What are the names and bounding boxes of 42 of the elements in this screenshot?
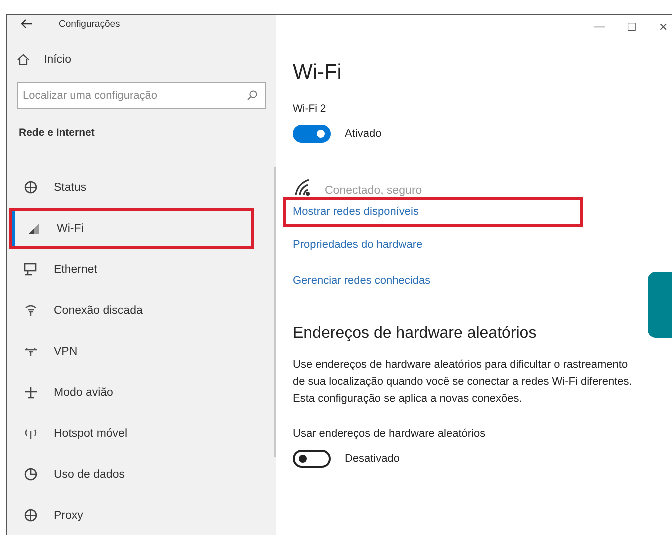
back-arrow-icon[interactable] [21, 19, 33, 30]
link[interactable]: Gerenciar redes conhecidas [283, 263, 441, 299]
home-nav-item[interactable]: Início [7, 34, 276, 68]
window-control[interactable]: — [594, 21, 605, 41]
page-title: Wi-Fi [293, 61, 343, 85]
monitor-icon [24, 263, 38, 276]
nav-item[interactable]: Status [9, 167, 274, 208]
nav-item[interactable]: Proxy [9, 495, 274, 535]
globe-icon [24, 509, 38, 522]
hotspot-icon [24, 427, 38, 440]
nav-item[interactable]: Uso de dados [9, 454, 274, 495]
window-control[interactable]: ✕ [659, 21, 668, 41]
toggle-label: Ativado [345, 128, 382, 140]
link[interactable]: Propriedades do hardware [283, 227, 433, 263]
scrollbar[interactable] [274, 167, 276, 457]
wifi-icon [27, 222, 41, 235]
toggle-switch[interactable] [293, 125, 331, 143]
home-icon [17, 54, 30, 66]
nav-item[interactable]: Ethernet [9, 249, 274, 290]
search-icon [247, 90, 258, 101]
link[interactable]: Mostrar redes disponíveis [283, 197, 583, 227]
phone-icon [24, 304, 38, 317]
window-title: Configurações [59, 18, 120, 30]
window-control[interactable]: ☐ [627, 21, 637, 41]
nav-item[interactable]: Modo avião [9, 372, 274, 413]
plane-icon [24, 386, 38, 399]
nav-item[interactable]: Hotspot móvel [9, 413, 274, 454]
setting-label: Usar endereços de hardware aleatórios [293, 428, 487, 440]
adapter-label: Wi-Fi 2 [293, 103, 328, 115]
description-text: Use endereços de hardware aleatórios para dificultar o rastreamento de sua localização quando você se conectar a redes Wi-Fi diferentes. Esta configuração se aplica a novas conexões. [293, 358, 634, 407]
toggle-label: Desativado [345, 453, 400, 465]
search-field[interactable]: Localizar uma configuração [17, 82, 266, 109]
connection-status: Conectado, seguro [325, 185, 422, 197]
globe-icon [24, 181, 38, 194]
nav-item[interactable]: Wi-Fi [12, 211, 251, 246]
section-heading: Rede e Internet [18, 126, 96, 139]
toggle-switch[interactable] [293, 450, 331, 468]
nav-item[interactable]: VPN [9, 331, 274, 372]
nav-item[interactable]: Conexão discada [9, 290, 274, 331]
section-heading: Endereços de hardware aleatórios [293, 325, 538, 343]
chart-icon [24, 468, 38, 481]
vpn-icon [24, 345, 38, 358]
